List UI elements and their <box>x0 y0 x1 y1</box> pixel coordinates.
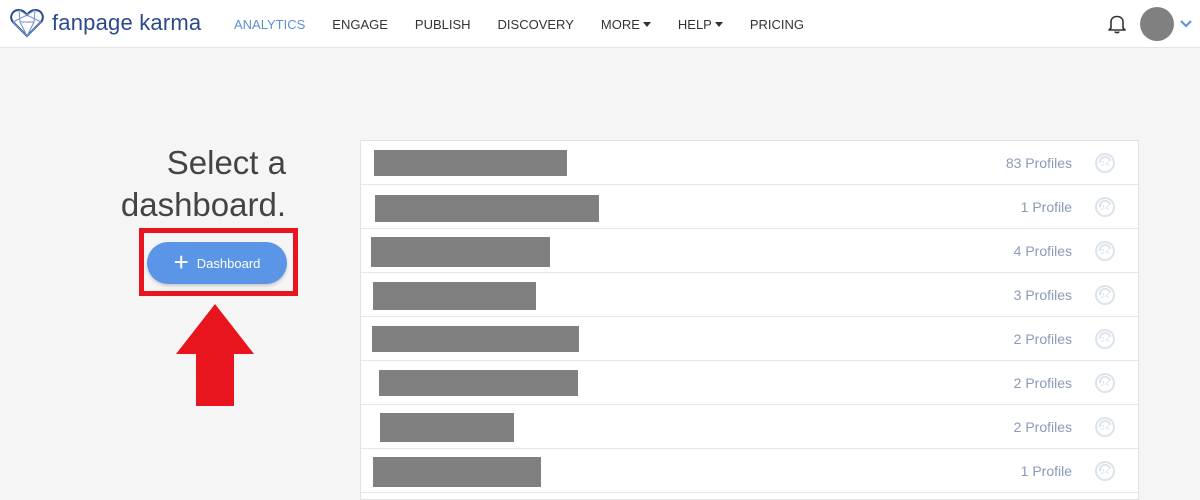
nav-label: HELP <box>677 16 712 32</box>
nav-label: PUBLISH <box>414 16 471 32</box>
nav-more[interactable]: MORE <box>601 17 651 32</box>
nav-label: PRICING <box>749 16 805 32</box>
title-line-1: Select a <box>166 144 286 181</box>
dashboard-row[interactable]: 3 Profiles 24 <box>361 273 1138 317</box>
caret-down-icon <box>714 21 723 27</box>
heart-network-icon <box>10 8 44 38</box>
redacted-dashboard-name <box>373 282 536 310</box>
nav-engage[interactable]: ENGAGE <box>332 17 388 32</box>
redacted-dashboard-name <box>374 150 567 176</box>
add-dashboard-button[interactable]: + Dashboard <box>147 242 287 284</box>
sync-24-icon[interactable]: 24 <box>1094 416 1116 438</box>
sync-24-icon[interactable]: 24 <box>1094 152 1116 174</box>
dashboard-row[interactable]: 2 Profiles 24 <box>361 317 1138 361</box>
profile-count: 83 Profiles <box>1005 155 1072 171</box>
nav-label: MORE <box>600 16 640 32</box>
redacted-dashboard-name <box>372 326 579 352</box>
svg-text:24: 24 <box>1101 380 1110 388</box>
profile-count: 4 Profiles <box>1013 243 1072 259</box>
nav-label: DISCOVERY <box>497 16 574 32</box>
redacted-dashboard-name <box>371 237 550 267</box>
brand-name: fanpage karma <box>52 10 202 35</box>
top-navigation-bar: fanpage karma ANALYTICS ENGAGE PUBLISH D… <box>0 0 1200 48</box>
sync-24-icon[interactable]: 24 <box>1094 460 1116 482</box>
svg-text:24: 24 <box>1101 204 1110 212</box>
svg-text:24: 24 <box>1101 292 1110 300</box>
nav-publish[interactable]: PUBLISH <box>415 17 471 32</box>
redacted-dashboard-name <box>379 370 578 396</box>
profile-count: 1 Profile <box>1020 199 1072 215</box>
chevron-down-icon[interactable] <box>1178 16 1194 32</box>
dashboard-row[interactable]: 4 Profiles 24 <box>361 229 1138 273</box>
plus-icon: + <box>173 247 189 277</box>
profile-count: 3 Profiles <box>1013 287 1072 303</box>
page-title: Select a dashboard. <box>26 142 286 226</box>
nav-pricing[interactable]: PRICING <box>750 17 804 32</box>
redacted-dashboard-name <box>380 413 514 442</box>
svg-text:24: 24 <box>1101 336 1110 344</box>
annotation-arrow-up-icon <box>176 304 254 406</box>
nav-label: ENGAGE <box>332 16 388 32</box>
dashboard-row[interactable]: 1 Profile 24 <box>361 449 1138 493</box>
sync-24-icon[interactable]: 24 <box>1094 240 1116 262</box>
sync-24-icon[interactable]: 24 <box>1094 284 1116 306</box>
dashboard-row[interactable]: 83 Profiles 24 <box>361 141 1138 185</box>
sync-24-icon[interactable]: 24 <box>1094 372 1116 394</box>
sync-24-icon[interactable]: 24 <box>1094 196 1116 218</box>
dashboard-list: 83 Profiles 24 1 Profile 24 4 Profiles 2… <box>360 140 1139 500</box>
svg-text:24: 24 <box>1101 424 1110 432</box>
svg-text:24: 24 <box>1101 160 1110 168</box>
nav-analytics[interactable]: ANALYTICS <box>234 17 305 32</box>
sync-24-icon[interactable]: 24 <box>1094 328 1116 350</box>
dashboard-row[interactable]: 2 Profiles 24 <box>361 405 1138 449</box>
svg-text:24: 24 <box>1101 248 1110 256</box>
nav-help[interactable]: HELP <box>678 17 723 32</box>
title-line-2: dashboard. <box>120 186 286 223</box>
dashboard-row[interactable]: 1 Profile 24 <box>361 185 1138 229</box>
avatar[interactable] <box>1140 7 1174 41</box>
dashboard-row[interactable]: 2 Profiles 24 <box>361 361 1138 405</box>
svg-text:24: 24 <box>1101 468 1110 476</box>
main-nav: ANALYTICS ENGAGE PUBLISH DISCOVERY MORE … <box>234 0 831 48</box>
redacted-dashboard-name <box>375 195 599 222</box>
add-dashboard-label: Dashboard <box>196 255 261 271</box>
brand-logo[interactable]: fanpage karma <box>10 6 201 40</box>
bell-icon[interactable] <box>1108 14 1126 34</box>
nav-discovery[interactable]: DISCOVERY <box>498 17 574 32</box>
profile-count: 1 Profile <box>1020 463 1072 479</box>
caret-down-icon <box>642 21 651 27</box>
profile-count: 2 Profiles <box>1013 419 1072 435</box>
redacted-dashboard-name <box>373 457 541 487</box>
profile-count: 2 Profiles <box>1013 375 1072 391</box>
nav-label: ANALYTICS <box>234 16 306 32</box>
profile-count: 2 Profiles <box>1013 331 1072 347</box>
